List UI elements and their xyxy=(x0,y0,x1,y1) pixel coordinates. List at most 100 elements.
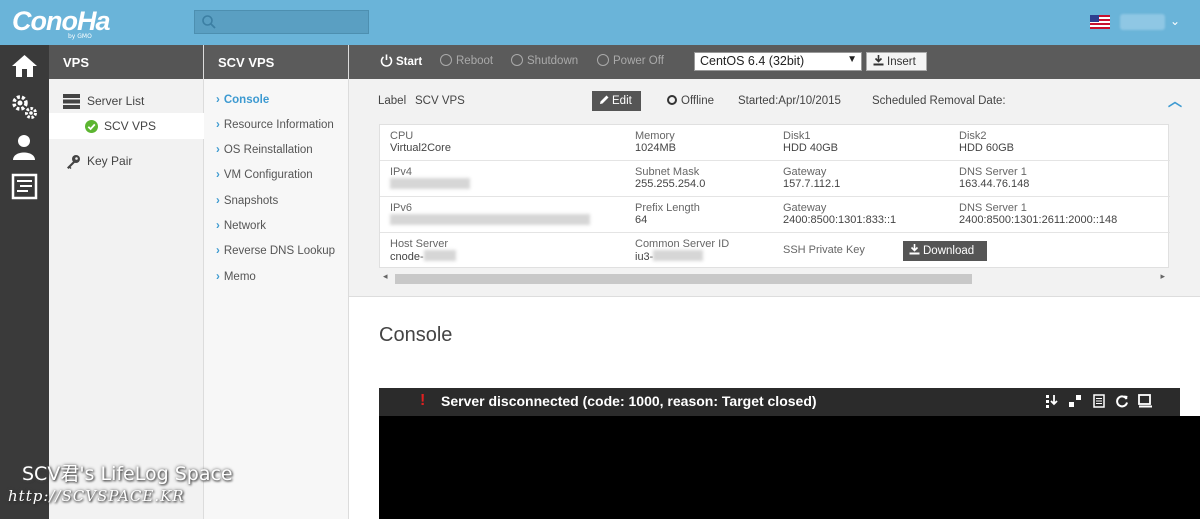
sidebar-item-key-pair[interactable]: Key Pair xyxy=(49,148,204,174)
menu-console[interactable]: › Console xyxy=(216,94,269,106)
search-icon xyxy=(202,15,216,29)
chevron-down-icon[interactable]: ⌄ xyxy=(1170,14,1180,28)
menu-reverse-dns-lookup[interactable]: › Reverse DNS Lookup xyxy=(216,245,335,257)
download-key-button[interactable]: Download xyxy=(903,241,987,261)
console-screen[interactable] xyxy=(379,416,1200,519)
label-key: Label xyxy=(378,95,407,107)
server-id-redacted xyxy=(653,250,704,261)
sidebar-item-server-list[interactable]: Server List xyxy=(49,88,204,114)
console-controls xyxy=(1045,394,1153,411)
home-icon xyxy=(12,55,37,77)
dns-server6-cell: DNS Server 1 2400:8500:1301:2611:2000::14… xyxy=(959,202,1118,226)
host-server-cell: Host Server cnode- xyxy=(390,238,456,263)
menu-os-reinstallation[interactable]: › OS Reinstallation xyxy=(216,144,313,156)
server-status: Offline xyxy=(667,95,714,107)
account-nav[interactable] xyxy=(0,127,49,167)
chevron-right-icon: › xyxy=(216,220,220,232)
key-pair-label: Key Pair xyxy=(87,154,133,168)
menu-memo[interactable]: › Memo xyxy=(216,271,256,283)
scv-vps-label: SCV VPS xyxy=(104,119,157,133)
status-dot-icon xyxy=(667,95,677,105)
label-value: SCV VPS xyxy=(415,95,465,107)
ipv6-cell: IPv6 xyxy=(390,202,590,227)
menu-vm-configuration[interactable]: › VM Configuration xyxy=(216,169,313,181)
send-keys-icon[interactable] xyxy=(1045,394,1059,408)
chevron-right-icon: › xyxy=(216,245,220,257)
horizontal-scrollbar[interactable]: ◂ ▸ xyxy=(379,271,1169,285)
scrollbar-thumb[interactable] xyxy=(395,274,972,284)
refresh-icon[interactable] xyxy=(1115,394,1129,408)
server-icon xyxy=(63,94,80,109)
disk1-cell: Disk1 HDD 40GB xyxy=(783,130,839,154)
console-message: Server disconnected (code: 1000, reason:… xyxy=(441,393,817,409)
us-flag-icon[interactable] xyxy=(1090,15,1110,29)
shutdown-button[interactable]: Shutdown xyxy=(511,54,578,67)
billing-nav[interactable] xyxy=(0,167,49,207)
error-icon: ! xyxy=(420,392,426,409)
insert-button[interactable]: Insert xyxy=(866,52,927,71)
conoha-logo[interactable]: ConoHa xyxy=(12,7,110,35)
dns-server-cell: DNS Server 1 163.44.76.148 xyxy=(959,166,1030,190)
memory-cell: Memory 1024MB xyxy=(635,130,676,154)
common-server-id-cell: Common Server ID iu3- xyxy=(635,238,730,263)
search-input[interactable] xyxy=(194,10,369,34)
menu-network[interactable]: › Network xyxy=(216,220,266,232)
prefix-length-cell: Prefix Length 64 xyxy=(635,202,700,226)
edit-label-button[interactable]: Edit xyxy=(592,91,641,111)
vps-sidebar: VPS Server List SCV VPS Key Pair xyxy=(49,45,204,519)
user-icon xyxy=(13,135,35,160)
clipboard-icon[interactable] xyxy=(1092,394,1106,408)
dropdown-arrow-icon: ▼ xyxy=(847,54,857,65)
server-menu-title: SCV VPS xyxy=(204,45,348,79)
start-button[interactable]: Start xyxy=(380,54,422,68)
removal-date: Scheduled Removal Date: xyxy=(872,95,1006,107)
power-off-button[interactable]: Power Off xyxy=(597,54,664,67)
reboot-icon xyxy=(440,54,452,66)
server-list-label: Server List xyxy=(87,94,145,108)
collapse-chevron-icon[interactable]: ︿ xyxy=(1168,91,1182,111)
disk2-cell: Disk2 HDD 60GB xyxy=(959,130,1015,154)
download-icon xyxy=(909,244,920,255)
server-toolbar: Start Reboot Shutdown Power Off CentOS 6… xyxy=(349,45,1200,79)
server-menu: SCV VPS › Console › Resource Information ›… xyxy=(204,45,349,519)
logo-subtitle: by GMO xyxy=(68,33,92,40)
chevron-right-icon: › xyxy=(216,119,220,131)
home-nav[interactable] xyxy=(0,47,49,87)
fullscreen-icon[interactable] xyxy=(1138,394,1153,408)
started-date: Started:Apr/10/2015 xyxy=(738,95,841,107)
check-circle-icon xyxy=(85,120,98,133)
chevron-right-icon: › xyxy=(216,195,220,207)
gateway6-cell: Gateway 2400:8500:1301:833::1 xyxy=(783,202,897,226)
table-row: CPU Virtual2Core Memory 1024MB Disk1 HDD 40… xyxy=(380,125,1170,161)
resize-icon[interactable] xyxy=(1068,394,1082,408)
scroll-right-icon[interactable]: ▸ xyxy=(1160,271,1165,282)
shutdown-icon xyxy=(511,54,523,66)
ipv4-redacted xyxy=(390,178,470,189)
scroll-left-icon[interactable]: ◂ xyxy=(383,271,388,282)
console-heading: Console xyxy=(379,324,453,346)
table-row: Host Server cnode- Common Server ID iu3- S… xyxy=(380,233,1170,269)
vps-sidebar-title: VPS xyxy=(49,45,203,79)
user-name-redacted[interactable] xyxy=(1120,14,1165,30)
download-icon xyxy=(873,55,884,66)
gear-icon xyxy=(12,95,37,119)
document-icon xyxy=(11,173,38,200)
settings-nav[interactable] xyxy=(0,87,49,127)
ssh-key-cell: SSH Private Key xyxy=(783,244,865,256)
key-icon xyxy=(67,155,80,169)
chevron-right-icon: › xyxy=(216,144,220,156)
icon-sidebar xyxy=(0,45,49,519)
menu-snapshots[interactable]: › Snapshots xyxy=(216,195,278,207)
sidebar-item-scv-vps[interactable]: SCV VPS xyxy=(49,113,204,139)
chevron-right-icon: › xyxy=(216,271,220,283)
top-header: ConoHa by GMO ⌄ xyxy=(0,0,1200,45)
server-info-panel: Label SCV VPS Edit Offline Started:Apr/1… xyxy=(349,79,1200,297)
menu-resource-information[interactable]: › Resource Information xyxy=(216,119,334,131)
subnet-mask-cell: Subnet Mask 255.255.254.0 xyxy=(635,166,706,190)
os-image-select[interactable]: CentOS 6.4 (32bit) ▼ xyxy=(694,52,862,71)
table-row: IPv6 Prefix Length 64 Gateway 2400:8500:13… xyxy=(380,197,1170,233)
reboot-button[interactable]: Reboot xyxy=(440,54,493,67)
watermark-url: http://SCVSPACE.KR xyxy=(8,487,185,505)
power-off-icon xyxy=(597,54,609,66)
watermark-title: SCV君's LifeLog Space xyxy=(22,463,233,485)
